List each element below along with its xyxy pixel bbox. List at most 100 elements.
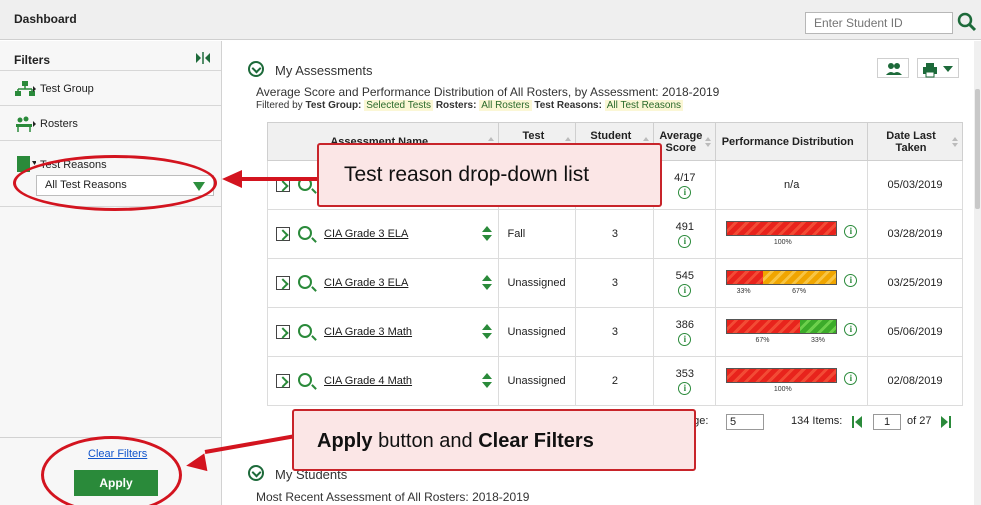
results-magnifier-icon[interactable] (298, 324, 312, 338)
scrollbar-thumb[interactable] (975, 89, 980, 209)
distribution-bar[interactable] (726, 368, 838, 383)
collapse-students-icon[interactable] (248, 465, 264, 481)
distribution-percent: 100% (773, 386, 792, 393)
table-row: CIA Grade 3 ELA Fall 3 491 i 100% i 03/28/2019 (266, 209, 963, 259)
assessment-name-cell: CIA Grade 4 Math (266, 356, 500, 406)
table-row: CIA Grade 3 ELA Unassigned 3 545 i 33% 67% i 03/… (266, 258, 963, 308)
info-icon[interactable]: i (678, 332, 692, 346)
info-icon[interactable]: i (678, 234, 692, 248)
info-icon[interactable]: i (678, 283, 692, 297)
apply-highlight-circle (41, 436, 182, 505)
main-scrollbar[interactable] (974, 41, 981, 505)
results-magnifier-icon[interactable] (298, 226, 312, 240)
test-reason-cell: Unassigned (498, 307, 577, 357)
assessment-link[interactable]: CIA Grade 4 Math (324, 375, 412, 387)
average-score-cell: 4/17 i (653, 160, 717, 210)
printer-icon (923, 63, 953, 78)
student-count-cell: 2 (575, 356, 655, 406)
filters-header: Filters (0, 41, 221, 71)
assessment-link[interactable]: CIA Grade 3 ELA (324, 228, 408, 240)
reorder-icon[interactable] (482, 324, 493, 340)
info-icon[interactable]: i (678, 185, 692, 199)
applied-filters-summary: Filtered by Test Group: Selected Tests R… (256, 100, 684, 111)
filter-summary-label: Test Reasons: (534, 100, 602, 111)
dropdown-callout: Test reason drop-down list (317, 143, 662, 207)
student-id-input[interactable] (805, 12, 953, 34)
average-score: 545 (675, 269, 695, 282)
performance-cell: n/a (715, 160, 869, 210)
distribution-bar[interactable] (726, 319, 838, 334)
rosters-icon (16, 116, 36, 132)
filtered-by-label: Filtered by (256, 100, 303, 111)
roster-view-button[interactable] (877, 58, 909, 78)
table-row: CIA Grade 3 Math Unassigned 3 386 i 67% 33% i 05… (266, 307, 963, 357)
report-icon[interactable] (276, 374, 290, 388)
assessments-title: My Assessments (275, 63, 373, 78)
report-icon[interactable] (276, 276, 290, 290)
test-group-icon (15, 81, 36, 96)
filters-title: Filters (14, 53, 51, 67)
items-count: 134 Items: (791, 415, 843, 427)
col-average-score[interactable]: Average Score (653, 122, 717, 161)
assessment-name-cell: CIA Grade 3 Math (266, 307, 500, 357)
apply-callout-bold: Apply (317, 430, 373, 452)
distribution-percent: 33% (811, 337, 826, 344)
distribution-segment-red (727, 369, 837, 382)
report-icon[interactable] (276, 227, 290, 241)
apply-callout-clear: Clear Filters (478, 430, 594, 452)
reorder-icon[interactable] (482, 275, 493, 291)
filter-test-group[interactable]: Test Group (0, 71, 221, 106)
filter-rosters-label: Rosters (40, 118, 78, 130)
date-last-taken-cell: 03/28/2019 (867, 209, 963, 259)
sort-icon (952, 137, 958, 147)
page-number-input[interactable]: 1 (873, 414, 901, 430)
info-icon[interactable]: i (844, 225, 858, 238)
filter-summary-value: All Test Reasons (604, 100, 684, 111)
collapse-assessments-icon[interactable] (248, 61, 264, 77)
reorder-icon[interactable] (482, 373, 493, 389)
assessment-name-cell: CIA Grade 3 ELA (266, 209, 500, 259)
apply-callout-mid: button and (372, 430, 479, 452)
col-label: Performance Distribution (721, 135, 854, 148)
info-icon[interactable]: i (844, 372, 858, 385)
performance-cell: 100% i (715, 209, 869, 259)
print-menu-button[interactable] (917, 58, 959, 78)
average-score: 4/17 (674, 171, 696, 184)
filter-test-group-label: Test Group (40, 83, 94, 95)
distribution-percent: 33% (736, 288, 751, 295)
previous-page-icon[interactable] (850, 415, 864, 429)
filter-summary-label: Rosters: (435, 100, 477, 111)
distribution-percent: 67% (792, 288, 807, 295)
date-last-taken-cell: 05/06/2019 (867, 307, 963, 357)
col-date-last-taken[interactable]: Date Last Taken (867, 122, 963, 161)
report-icon[interactable] (276, 325, 290, 339)
search-button[interactable] (955, 10, 979, 34)
distribution-percent: 67% (755, 337, 770, 344)
reorder-icon[interactable] (482, 226, 493, 242)
info-icon[interactable]: i (844, 274, 858, 287)
assessment-link[interactable]: CIA Grade 3 Math (324, 326, 412, 338)
apply-callout: Apply button and Clear Filters (292, 409, 696, 471)
test-reason-cell: Unassigned (498, 258, 577, 308)
results-magnifier-icon[interactable] (298, 275, 312, 289)
next-page-icon[interactable] (939, 415, 953, 429)
performance-cell: 100% i (715, 356, 869, 406)
collapse-panel-icon[interactable] (196, 52, 210, 64)
page-title: Dashboard (14, 12, 77, 26)
table-row: CIA Grade 4 Math Unassigned 2 353 i 100% i 02/0… (266, 356, 963, 406)
filter-summary-value: All Rosters (479, 100, 532, 111)
student-count-cell: 3 (575, 209, 655, 259)
distribution-percent: 100% (773, 239, 792, 246)
results-magnifier-icon[interactable] (298, 373, 312, 387)
info-icon[interactable]: i (678, 381, 692, 395)
distribution-segment-orange (763, 271, 837, 284)
filter-rosters[interactable]: Rosters (0, 106, 221, 141)
page-size-input[interactable]: 5 (726, 414, 764, 430)
info-icon[interactable]: i (844, 323, 858, 336)
average-score-cell: 491 i (653, 209, 717, 259)
filter-summary-label: Test Group: (305, 100, 362, 111)
sort-icon (705, 137, 712, 147)
distribution-bar[interactable] (726, 270, 838, 285)
distribution-bar[interactable] (726, 221, 838, 236)
assessment-link[interactable]: CIA Grade 3 ELA (324, 277, 408, 289)
